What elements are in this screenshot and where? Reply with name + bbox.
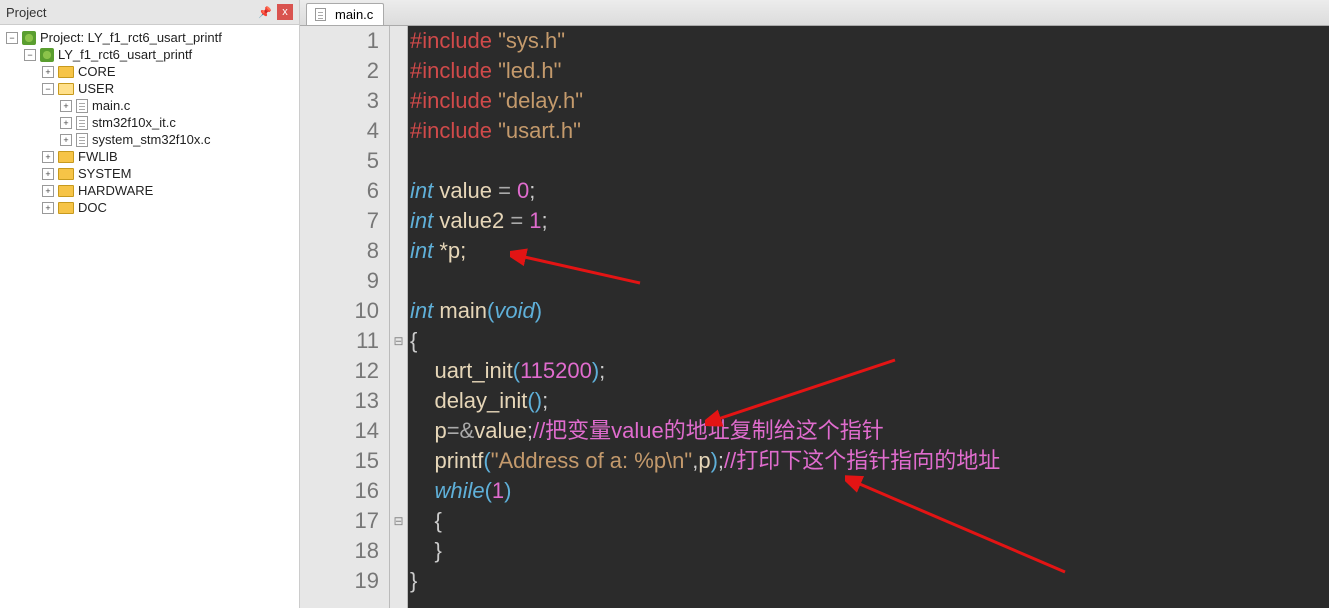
project-panel: Project 📌 x − Project: LY_f1_rct6_usart_… bbox=[0, 0, 300, 608]
tree-folder-system[interactable]: + SYSTEM bbox=[0, 165, 299, 182]
line-number: 17 bbox=[300, 506, 379, 536]
line-number: 3 bbox=[300, 86, 379, 116]
target-icon bbox=[40, 48, 54, 62]
folder-icon bbox=[58, 83, 74, 95]
pin-icon[interactable]: 📌 bbox=[257, 4, 273, 20]
code-line: uart_init(115200); bbox=[410, 356, 1329, 386]
folder-icon bbox=[58, 168, 74, 180]
fold-toggle[interactable]: ⊟ bbox=[390, 326, 407, 356]
tree-label: FWLIB bbox=[78, 149, 118, 164]
tree-label: main.c bbox=[92, 98, 130, 113]
tree-label: CORE bbox=[78, 64, 116, 79]
code-line: #include "delay.h" bbox=[410, 86, 1329, 116]
line-number: 13 bbox=[300, 386, 379, 416]
tab-bar: main.c bbox=[300, 0, 1329, 26]
line-number: 9 bbox=[300, 266, 379, 296]
editor-area: main.c 1 2 3 4 5 6 7 8 9 10 11 12 13 14 … bbox=[300, 0, 1329, 608]
tree-root[interactable]: − Project: LY_f1_rct6_usart_printf bbox=[0, 29, 299, 46]
tree-target[interactable]: − LY_f1_rct6_usart_printf bbox=[0, 46, 299, 63]
line-number: 1 bbox=[300, 26, 379, 56]
tree-folder-fwlib[interactable]: + FWLIB bbox=[0, 148, 299, 165]
line-number: 16 bbox=[300, 476, 379, 506]
tree-file-main[interactable]: + main.c bbox=[0, 97, 299, 114]
folder-icon bbox=[58, 202, 74, 214]
file-icon bbox=[315, 8, 326, 21]
line-number: 14 bbox=[300, 416, 379, 446]
file-icon bbox=[76, 99, 88, 113]
tree-toggle[interactable]: − bbox=[42, 83, 54, 95]
close-icon[interactable]: x bbox=[277, 4, 293, 20]
line-number: 5 bbox=[300, 146, 379, 176]
code-line: { bbox=[410, 326, 1329, 356]
code-line: int value = 0; bbox=[410, 176, 1329, 206]
code-line: } bbox=[410, 536, 1329, 566]
code-line bbox=[410, 266, 1329, 296]
tree-file-sysc[interactable]: + system_stm32f10x.c bbox=[0, 131, 299, 148]
code-line: #include "sys.h" bbox=[410, 26, 1329, 56]
line-number: 15 bbox=[300, 446, 379, 476]
line-number: 6 bbox=[300, 176, 379, 206]
tree-toggle[interactable]: + bbox=[60, 100, 72, 112]
code-line: int value2 = 1; bbox=[410, 206, 1329, 236]
tree-folder-hardware[interactable]: + HARDWARE bbox=[0, 182, 299, 199]
folder-icon bbox=[58, 66, 74, 78]
tree-label: system_stm32f10x.c bbox=[92, 132, 211, 147]
folder-icon bbox=[58, 185, 74, 197]
tree-folder-doc[interactable]: + DOC bbox=[0, 199, 299, 216]
tree-label: LY_f1_rct6_usart_printf bbox=[58, 47, 192, 62]
code-line: } bbox=[410, 566, 1329, 596]
code-line: { bbox=[410, 506, 1329, 536]
line-number: 10 bbox=[300, 296, 379, 326]
tree-label: stm32f10x_it.c bbox=[92, 115, 176, 130]
line-number: 19 bbox=[300, 566, 379, 596]
tree-toggle[interactable]: + bbox=[42, 168, 54, 180]
tree-file-it[interactable]: + stm32f10x_it.c bbox=[0, 114, 299, 131]
tree-toggle[interactable]: + bbox=[60, 134, 72, 146]
project-tree[interactable]: − Project: LY_f1_rct6_usart_printf − LY_… bbox=[0, 25, 299, 608]
tree-toggle[interactable]: + bbox=[42, 185, 54, 197]
code-content[interactable]: #include "sys.h" #include "led.h" #inclu… bbox=[408, 26, 1329, 608]
code-line: p=&value;//把变量value的地址复制给这个指针 bbox=[410, 416, 1329, 446]
tree-folder-user[interactable]: − USER bbox=[0, 80, 299, 97]
tree-toggle[interactable]: + bbox=[42, 66, 54, 78]
code-line: int *p; bbox=[410, 236, 1329, 266]
line-number: 11 bbox=[300, 326, 379, 356]
tree-toggle[interactable]: + bbox=[42, 202, 54, 214]
tree-label: USER bbox=[78, 81, 114, 96]
fold-toggle[interactable]: ⊟ bbox=[390, 506, 407, 536]
project-panel-header: Project 📌 x bbox=[0, 0, 299, 25]
code-line: int main(void) bbox=[410, 296, 1329, 326]
file-icon bbox=[76, 116, 88, 130]
line-number: 18 bbox=[300, 536, 379, 566]
tab-label: main.c bbox=[335, 7, 373, 22]
project-panel-title: Project bbox=[6, 5, 253, 20]
tree-toggle[interactable]: − bbox=[24, 49, 36, 61]
line-number: 8 bbox=[300, 236, 379, 266]
folder-icon bbox=[58, 151, 74, 163]
line-number: 12 bbox=[300, 356, 379, 386]
line-number: 7 bbox=[300, 206, 379, 236]
fold-gutter: ⊟ ⊟ bbox=[390, 26, 408, 608]
tree-toggle[interactable]: + bbox=[60, 117, 72, 129]
line-number: 4 bbox=[300, 116, 379, 146]
tree-label: Project: LY_f1_rct6_usart_printf bbox=[40, 30, 222, 45]
code-line: delay_init(); bbox=[410, 386, 1329, 416]
tree-folder-core[interactable]: + CORE bbox=[0, 63, 299, 80]
file-icon bbox=[76, 133, 88, 147]
tree-label: HARDWARE bbox=[78, 183, 153, 198]
line-number-gutter: 1 2 3 4 5 6 7 8 9 10 11 12 13 14 15 16 1… bbox=[300, 26, 390, 608]
project-icon bbox=[22, 31, 36, 45]
code-editor[interactable]: 1 2 3 4 5 6 7 8 9 10 11 12 13 14 15 16 1… bbox=[300, 26, 1329, 608]
code-line bbox=[410, 146, 1329, 176]
tab-main-c[interactable]: main.c bbox=[306, 3, 384, 25]
code-line: while(1) bbox=[410, 476, 1329, 506]
code-line: #include "led.h" bbox=[410, 56, 1329, 86]
tree-toggle[interactable]: − bbox=[6, 32, 18, 44]
code-line: #include "usart.h" bbox=[410, 116, 1329, 146]
tree-label: SYSTEM bbox=[78, 166, 131, 181]
line-number: 2 bbox=[300, 56, 379, 86]
tree-toggle[interactable]: + bbox=[42, 151, 54, 163]
tree-label: DOC bbox=[78, 200, 107, 215]
code-line: printf("Address of a: %p\n",p);//打印下这个指针… bbox=[410, 446, 1329, 476]
